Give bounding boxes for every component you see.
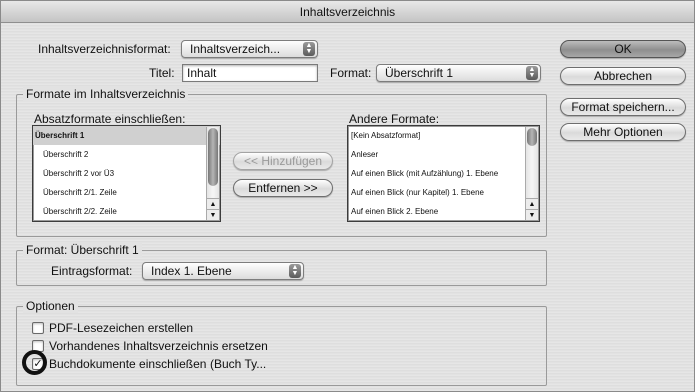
options-group-title: Optionen bbox=[23, 299, 78, 313]
scroll-up-icon[interactable]: ▲ bbox=[526, 198, 538, 209]
include-book-suffix: (Buch Ty... bbox=[210, 357, 267, 371]
entry-style-value: Index 1. Ebene bbox=[151, 264, 232, 278]
replace-toc-label: Vorhandenes Inhaltsverzeichnis ersetzen bbox=[49, 339, 268, 353]
dialog-window: Inhaltsverzeichnis Inhaltsverzeichnisfor… bbox=[0, 0, 695, 392]
scrollbar[interactable]: ▲ ▼ bbox=[206, 127, 219, 220]
include-styles-label: Absatzformate einschließen: bbox=[34, 112, 186, 126]
scroll-down-icon[interactable]: ▼ bbox=[207, 209, 219, 220]
other-styles-list[interactable]: [Kein Absatzformat] Anleser Auf einen Bl… bbox=[347, 125, 540, 222]
format-value: Überschrift 1 bbox=[385, 66, 454, 80]
format-popup[interactable]: Überschrift 1 ▲ ▼ bbox=[376, 64, 541, 82]
add-button[interactable]: << Hinzufügen bbox=[233, 152, 333, 170]
popup-arrows-icon: ▲ ▼ bbox=[289, 264, 301, 278]
toc-format-label: Inhaltsverzeichnisformat: bbox=[38, 42, 171, 56]
popup-arrows-icon: ▲ ▼ bbox=[526, 66, 538, 80]
scroll-thumb[interactable] bbox=[208, 128, 218, 186]
scroll-thumb[interactable] bbox=[527, 128, 537, 146]
format-group-title: Format: Überschrift 1 bbox=[23, 243, 142, 257]
save-format-button[interactable]: Format speichern... bbox=[560, 98, 686, 116]
list-item[interactable]: [Kein Absatzformat] bbox=[348, 126, 539, 145]
ok-button[interactable]: OK bbox=[560, 40, 686, 58]
list-item[interactable]: Anleser bbox=[348, 145, 539, 164]
scrollbar[interactable]: ▲ ▼ bbox=[525, 127, 538, 220]
list-item[interactable]: Auf einen Blick 2. Ebene bbox=[348, 202, 539, 221]
list-item[interactable]: Auf einen Blick (nur Kapitel) 1. Ebene bbox=[348, 183, 539, 202]
entry-style-label: Eintragsformat: bbox=[51, 264, 133, 278]
list-item[interactable]: Überschrift 2 vor Ü3 bbox=[33, 164, 220, 183]
include-book-label: Buchdokumente einschließen bbox=[49, 357, 207, 371]
scroll-down-icon[interactable]: ▼ bbox=[526, 209, 538, 220]
more-options-button[interactable]: Mehr Optionen bbox=[560, 123, 686, 141]
title-label: Titel: bbox=[149, 66, 175, 80]
cancel-button[interactable]: Abbrechen bbox=[560, 67, 686, 85]
pdf-bookmarks-label: PDF-Lesezeichen erstellen bbox=[49, 321, 194, 335]
title-field[interactable]: Inhalt bbox=[182, 64, 318, 82]
list-item[interactable]: Überschrift 1 bbox=[33, 126, 220, 145]
format-label: Format: bbox=[330, 66, 372, 80]
list-item[interactable]: Überschrift 2 bbox=[33, 145, 220, 164]
toc-format-value: Inhaltsverzeich... bbox=[190, 42, 281, 56]
remove-button[interactable]: Entfernen >> bbox=[233, 179, 333, 197]
pdf-bookmarks-checkbox[interactable] bbox=[32, 322, 44, 334]
other-styles-label: Andere Formate: bbox=[349, 112, 440, 126]
popup-arrows-icon: ▲ ▼ bbox=[303, 42, 315, 56]
styles-group-title: Formate im Inhaltsverzeichnis bbox=[23, 87, 189, 101]
list-item[interactable]: Auf einen Blick (mit Aufzählung) 1. Eben… bbox=[348, 164, 539, 183]
scroll-up-icon[interactable]: ▲ bbox=[207, 198, 219, 209]
window-title: Inhaltsverzeichnis bbox=[1, 1, 694, 23]
included-styles-list[interactable]: Überschrift 1 Überschrift 2 Überschrift … bbox=[32, 125, 221, 222]
list-item[interactable]: Überschrift 2/1. Zeile bbox=[33, 183, 220, 202]
toc-format-popup[interactable]: Inhaltsverzeich... ▲ ▼ bbox=[181, 40, 318, 58]
entry-style-popup[interactable]: Index 1. Ebene ▲ ▼ bbox=[142, 262, 304, 280]
list-item[interactable]: Überschrift 2/2. Zeile bbox=[33, 202, 220, 221]
highlight-circle bbox=[22, 350, 47, 375]
